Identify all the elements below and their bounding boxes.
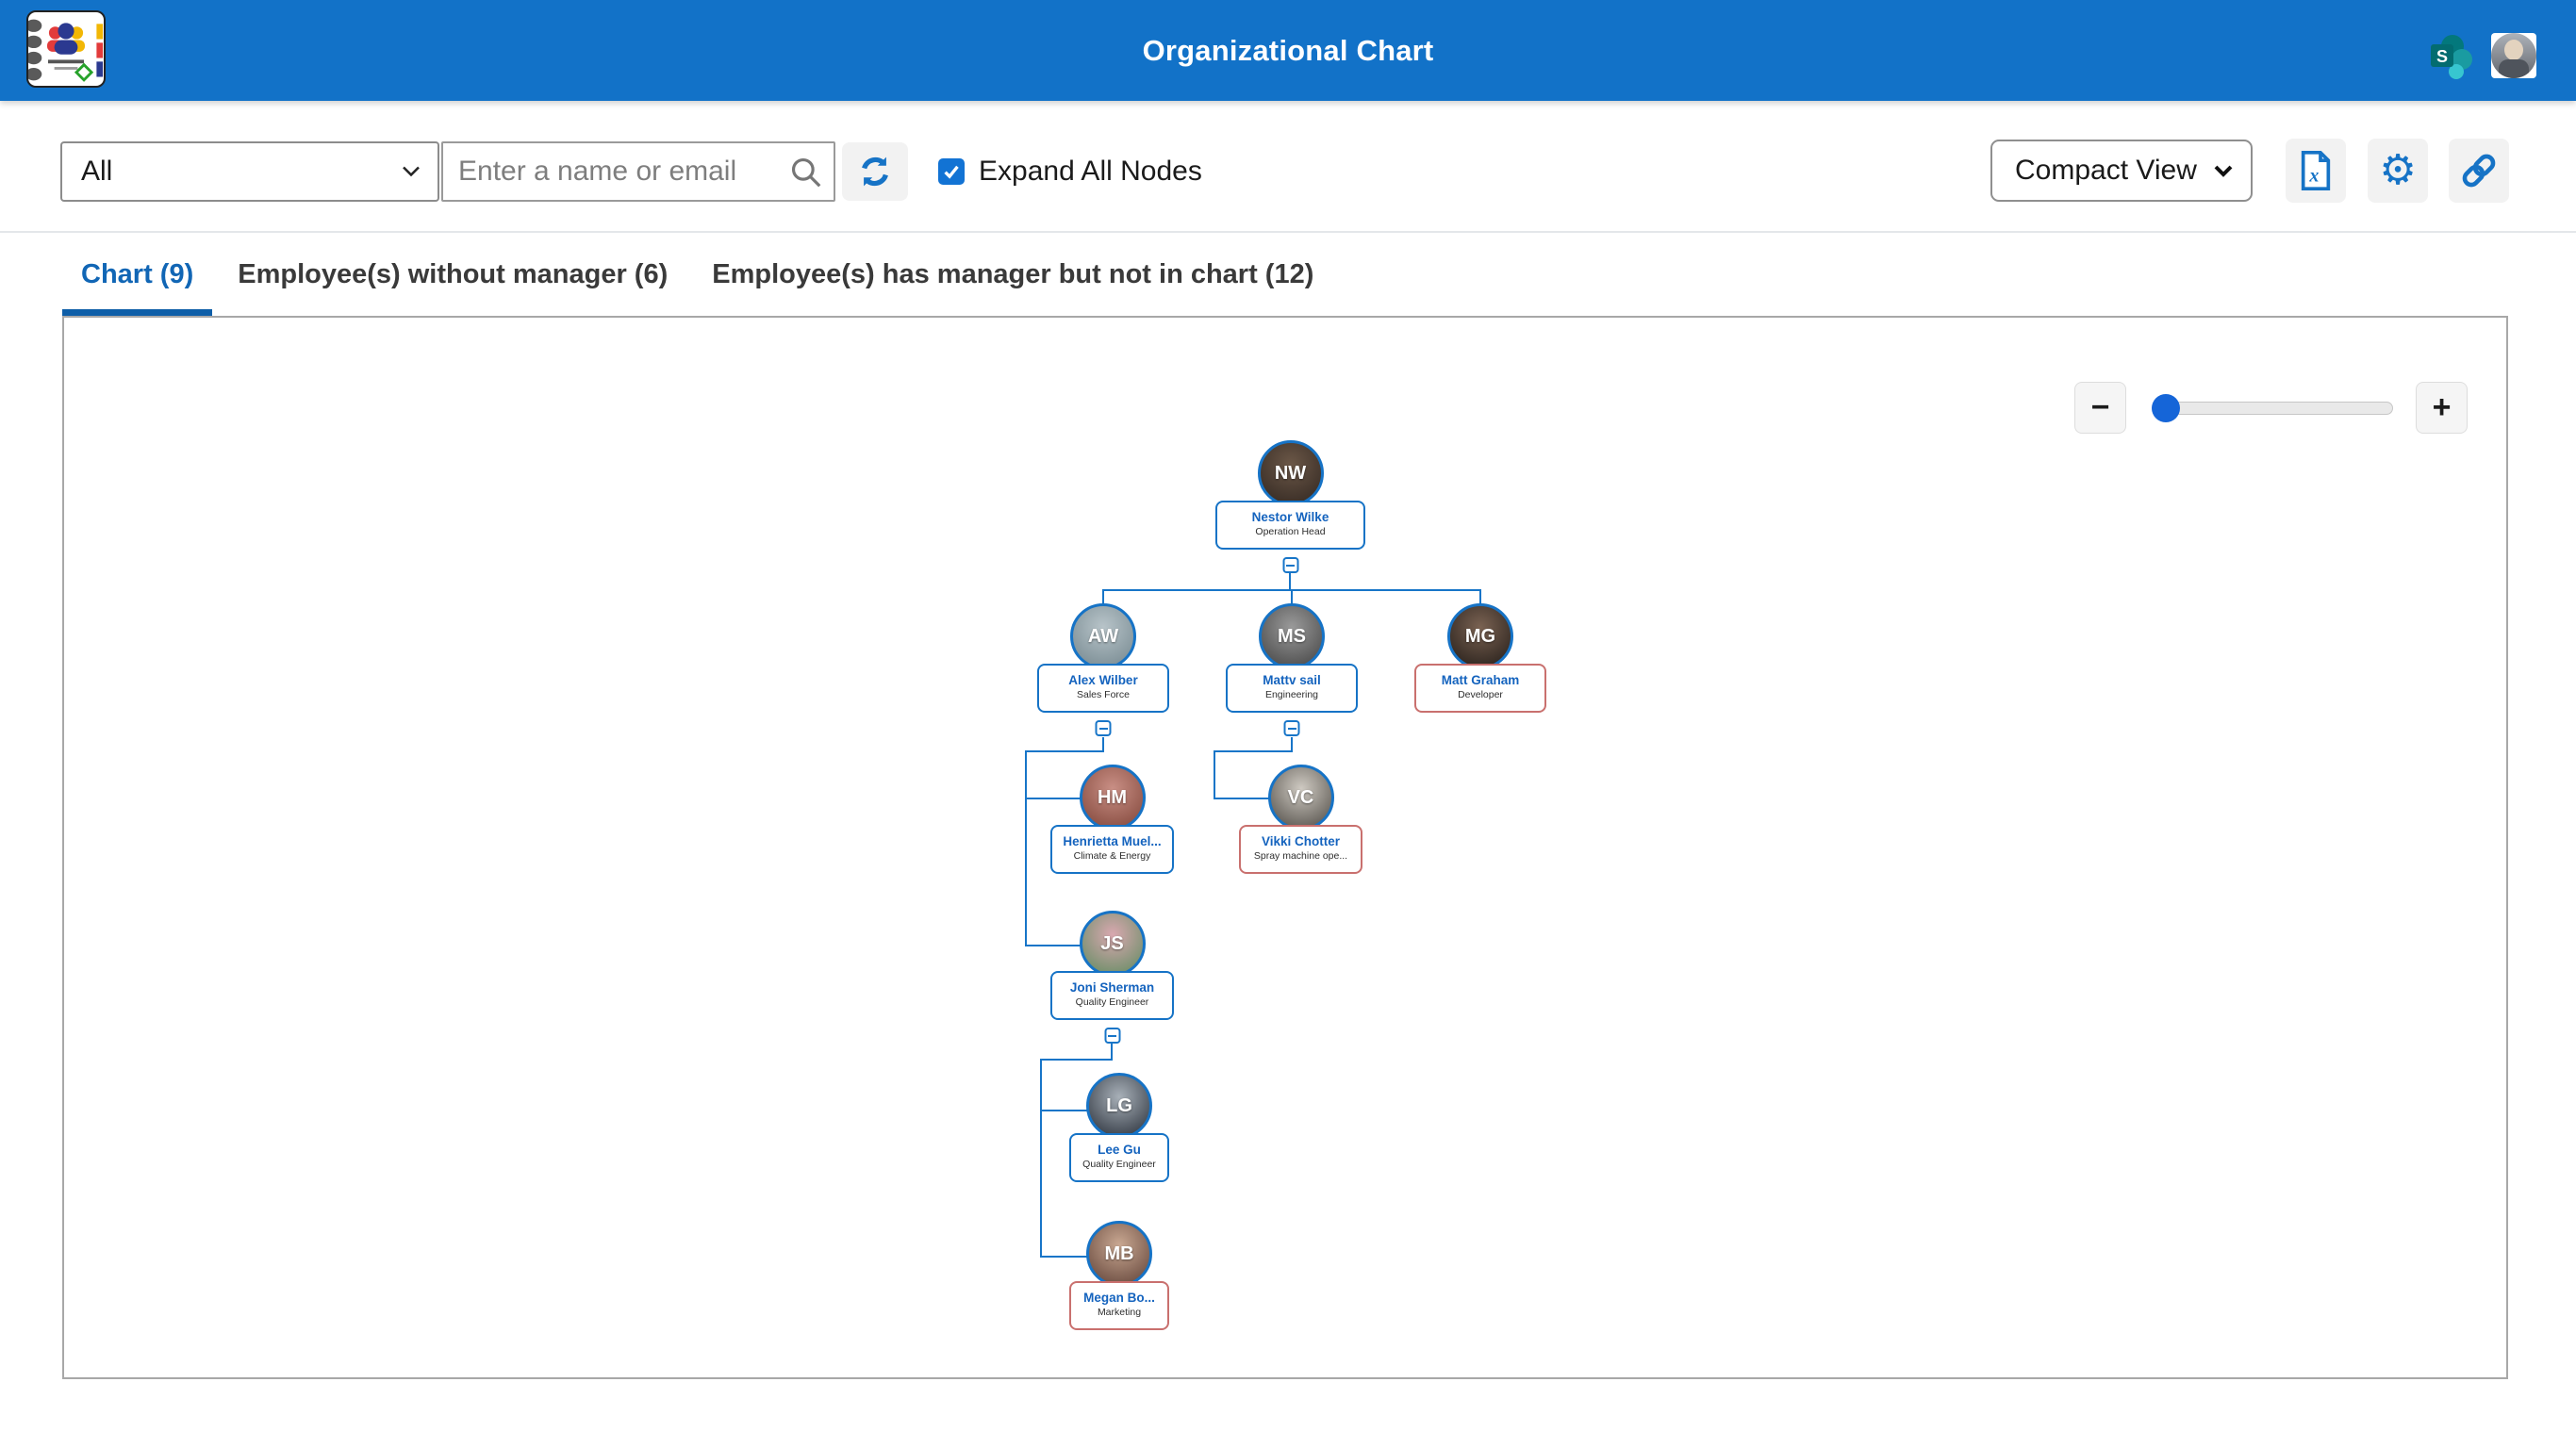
tab-chart[interactable]: Chart (9) (62, 233, 212, 316)
expand-all-label: Expand All Nodes (979, 156, 1202, 188)
search-input[interactable] (441, 141, 835, 202)
employee-avatar[interactable]: MG (1447, 603, 1513, 669)
employee-title: Climate & Energy (1052, 849, 1172, 863)
tab-bar: Chart (9) Employee(s) without manager (6… (0, 233, 2576, 316)
employee-title: Operation Head (1217, 525, 1363, 538)
excel-export-icon: x (2297, 150, 2335, 191)
sharepoint-icon[interactable]: S (2429, 34, 2476, 81)
connector-line (1025, 798, 1081, 799)
avatar-photo (2491, 33, 2536, 78)
org-chart-container: − + NW Nestor Wilke Operation Head (62, 316, 2508, 1379)
svg-text:S: S (2436, 47, 2448, 66)
employee-name: Lee Gu (1071, 1143, 1167, 1158)
settings-gear-icon: ⚙ (2379, 150, 2416, 191)
employee-name: Vikki Chotter (1241, 834, 1361, 849)
employee-title: Developer (1416, 688, 1544, 701)
employee-card[interactable]: Joni Sherman Quality Engineer (1050, 971, 1174, 1020)
zoom-slider-thumb[interactable] (2152, 394, 2180, 422)
filter-select-value: All (81, 156, 112, 188)
employee-avatar[interactable]: LG (1086, 1073, 1152, 1139)
connector-line (1040, 1059, 1113, 1061)
employee-name: Megan Bo... (1071, 1291, 1167, 1306)
employee-title: Quality Engineer (1052, 996, 1172, 1009)
employee-title: Engineering (1228, 688, 1356, 701)
collapse-button[interactable] (1282, 557, 1298, 573)
employee-title: Marketing (1071, 1306, 1167, 1319)
org-chart-canvas[interactable]: − + NW Nestor Wilke Operation Head (64, 318, 2506, 1377)
page-title: Organizational Chart (0, 34, 2576, 68)
svg-text:x: x (2308, 166, 2319, 187)
employee-name: Mattv sail (1228, 673, 1356, 688)
collapse-button[interactable] (1104, 1028, 1120, 1044)
minus-icon (1099, 728, 1108, 730)
employee-card[interactable]: Henrietta Muel... Climate & Energy (1050, 825, 1174, 874)
employee-card[interactable]: Matt Graham Developer (1414, 664, 1546, 713)
employee-name: Nestor Wilke (1217, 510, 1363, 525)
employee-card[interactable]: Megan Bo... Marketing (1069, 1281, 1169, 1330)
connector-line (1214, 750, 1293, 752)
refresh-button[interactable] (842, 142, 908, 201)
employee-card[interactable]: Lee Gu Quality Engineer (1069, 1133, 1169, 1182)
employee-avatar[interactable]: HM (1080, 765, 1146, 831)
settings-button[interactable]: ⚙ (2368, 139, 2428, 203)
employee-card[interactable]: Vikki Chotter Spray machine ope... (1239, 825, 1362, 874)
view-mode-value: Compact View (2015, 155, 2197, 187)
employee-card[interactable]: Nestor Wilke Operation Head (1215, 501, 1365, 550)
expand-all-control: Expand All Nodes (938, 142, 1202, 201)
toolbar: All Expand All Nodes Compact View (0, 101, 2576, 233)
link-icon (2459, 151, 2499, 190)
chevron-down-icon (402, 166, 421, 178)
minus-icon (1288, 728, 1296, 730)
employee-name: Alex Wilber (1039, 673, 1167, 688)
connector-line (1040, 1256, 1088, 1258)
employee-title: Sales Force (1039, 688, 1167, 701)
employee-title: Spray machine ope... (1241, 849, 1361, 863)
minus-icon (1108, 1035, 1116, 1037)
check-icon (943, 164, 960, 179)
employee-name: Henrietta Muel... (1052, 834, 1172, 849)
employee-avatar[interactable]: VC (1268, 765, 1334, 831)
connector-line (1214, 798, 1269, 799)
connector-line (1025, 750, 1027, 946)
tab-employees-not-in-chart[interactable]: Employee(s) has manager but not in chart… (693, 233, 1332, 316)
copy-link-button[interactable] (2449, 139, 2509, 203)
employee-avatar[interactable]: AW (1070, 603, 1136, 669)
employee-name: Joni Sherman (1052, 980, 1172, 996)
connector-line (1214, 750, 1215, 799)
connector-line (1040, 1059, 1042, 1258)
expand-all-checkbox[interactable] (938, 158, 965, 185)
view-mode-select[interactable]: Compact View (1990, 140, 2253, 202)
chevron-down-icon (2213, 164, 2234, 177)
search-box (441, 141, 835, 202)
tab-employees-without-manager[interactable]: Employee(s) without manager (6) (219, 233, 686, 316)
employee-avatar[interactable]: MS (1259, 603, 1325, 669)
app-header: Organizational Chart S (0, 0, 2576, 101)
employee-avatar[interactable]: MB (1086, 1221, 1152, 1287)
employee-name: Matt Graham (1416, 673, 1544, 688)
employee-avatar[interactable]: NW (1258, 440, 1324, 506)
collapse-button[interactable] (1096, 720, 1112, 736)
employee-title: Quality Engineer (1071, 1158, 1167, 1171)
connector-line (1289, 572, 1291, 589)
employee-avatar[interactable]: JS (1080, 911, 1146, 977)
filter-select[interactable]: All (60, 141, 439, 202)
connector-line (1025, 945, 1081, 946)
search-icon (788, 155, 824, 190)
minus-icon (1286, 565, 1295, 567)
connector-line (1025, 750, 1104, 752)
zoom-slider-track[interactable] (2152, 402, 2393, 415)
zoom-in-button[interactable]: + (2416, 382, 2468, 434)
collapse-button[interactable] (1284, 720, 1300, 736)
export-excel-button[interactable]: x (2286, 139, 2346, 203)
zoom-out-button[interactable]: − (2074, 382, 2126, 434)
refresh-icon (855, 152, 895, 191)
employee-card[interactable]: Mattv sail Engineering (1226, 664, 1358, 713)
connector-line (1040, 1110, 1088, 1111)
user-profile-avatar[interactable] (2491, 33, 2536, 78)
employee-card[interactable]: Alex Wilber Sales Force (1037, 664, 1169, 713)
